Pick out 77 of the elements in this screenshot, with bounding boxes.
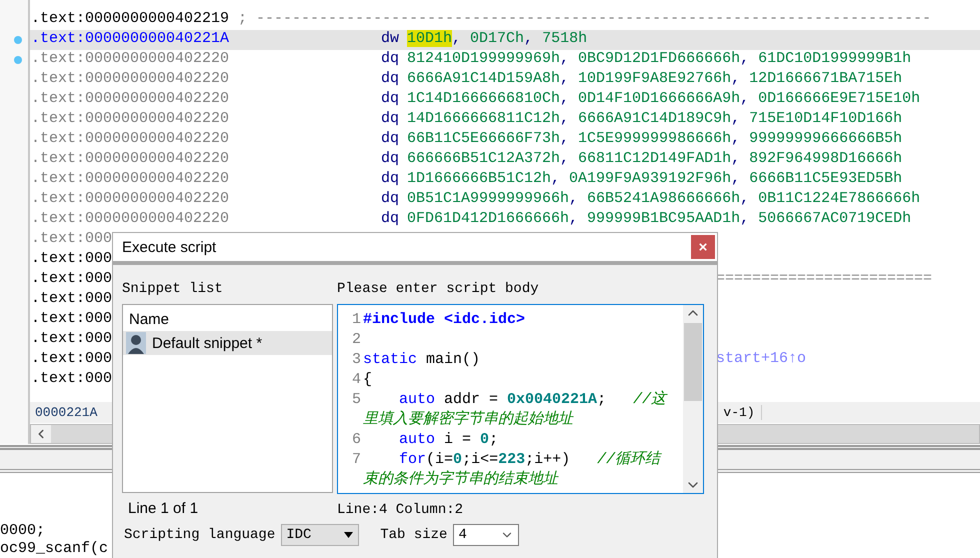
column-header[interactable]: Name	[123, 309, 176, 331]
separator-comment: ; ---------------------------------------------------------------------------	[238, 10, 932, 29]
script-body-label: Please enter script body	[337, 280, 540, 299]
address-label: .text:0000000000402220	[31, 150, 230, 169]
mnemonic: dq	[381, 70, 400, 89]
vertical-scrollbar[interactable]	[683, 305, 703, 493]
dialog-title: Execute script	[122, 238, 216, 256]
line-number: 4	[350, 370, 362, 390]
address-label: .text:000	[31, 270, 112, 289]
address-label: .text:0000000000402220	[31, 90, 230, 109]
mnemonic: dq	[381, 170, 400, 189]
code-line: auto addr = 0x0040221A; //这里填入要解密字节串的起始地址	[363, 390, 668, 430]
cursor-status: Line:4 Column:2	[337, 501, 464, 520]
dropdown-arrow-icon	[344, 532, 354, 538]
code-line: oc99_scanf(c	[0, 540, 108, 558]
operand-list: 66B11C5E66666F73h, 1C5E999999986666h, 99999999666666B5h	[407, 130, 902, 150]
address-label: .text:0000000000402220	[31, 210, 230, 229]
script-editor[interactable]: 1#include <idc.idc> 2 3 static main() 4{ 5 auto addr = 0x0040221A; //这里填入要解密字节串的起始地址 6 auto i = 0; 7 for(i=0;i<=223;i++) //循环结束的条件为字节串的结束地址	[337, 304, 704, 494]
address-label: .text:000	[31, 330, 112, 349]
selected-listing-row[interactable]: .text:000000000040221A dw 10D1h, 0D17Ch, 7518h	[30, 30, 980, 50]
line-number: 6	[350, 430, 362, 450]
xref-label: start+16↑o	[716, 350, 806, 369]
mnemonic: dq	[381, 190, 400, 209]
address-label: .text:000	[31, 290, 112, 309]
line-number: 7	[350, 450, 362, 470]
code-line: for(i=0;i<=223;i++) //循环结束的条件为字节串的结束地址	[363, 450, 663, 490]
code-line: auto i = 0;	[398, 430, 500, 450]
address-label: .text:0000000000402220	[31, 130, 230, 149]
snippet-status: Line 1 of 1	[127, 499, 198, 519]
mnemonic: dq	[381, 210, 400, 229]
operand-list: 10D1h, 0D17Ch, 7518h	[407, 30, 588, 50]
separator-line-text: ========================	[716, 270, 932, 289]
address-label: .text:0000000000402220	[31, 170, 230, 189]
person-avatar-icon	[126, 332, 146, 354]
status-address: 0000221A	[35, 405, 98, 420]
tab-size-dropdown[interactable]: 4	[453, 524, 520, 546]
address-label: .text:0000000000402220	[31, 70, 230, 89]
language-dropdown[interactable]: IDC	[281, 524, 360, 546]
line-number: 2	[350, 330, 362, 350]
mnemonic: dq	[381, 90, 400, 109]
address-label: .text:0000000000402220	[31, 110, 230, 129]
address-label: .text:000	[31, 310, 112, 329]
address-label: .text:0000000000402220	[31, 190, 230, 209]
line-number: 5	[350, 390, 362, 410]
mnemonic: dq	[381, 50, 400, 69]
operand-list: 0B51C1A9999999966h, 66B5241A98666666h, 0B11C1224E7866666h	[407, 190, 920, 210]
code-line: #include <idc.idc>	[363, 310, 526, 330]
address-label: .text:000	[31, 350, 112, 369]
operand-list: 1D1666666B51C12h, 0A199F9A939192F96h, 6666B11C5E93ED5Bh	[407, 170, 902, 190]
operand-list: 1C14D1666666810Ch, 0D14F10D1666666A9h, 0D166666E9E715E10h	[407, 90, 920, 110]
operand-list: 666666B51C12A372h, 66811C12D149FAD1h, 892F964998D16666h	[407, 150, 902, 170]
scroll-left-button[interactable]	[31, 425, 51, 443]
line-number: 3	[350, 350, 362, 370]
operand-list: 6666A91C14D159A8h, 10D199F9A8E92766h, 12D1666671BA715Eh	[407, 70, 902, 90]
mnemonic: dq	[381, 150, 400, 169]
address-label: .text:000	[31, 230, 112, 249]
snippet-item[interactable]: Default snippet *	[123, 331, 332, 355]
status-text: v-1)	[723, 405, 762, 420]
code-line: static main()	[363, 350, 482, 370]
operand-list: 0FD61D412D1666666h, 999999B1BC95AAD1h, 5066667AC0719CEDh	[407, 210, 912, 230]
operand-list: 14D1666666811C12h, 6666A91C14D189C9h, 715E10D14F10D166h	[407, 110, 902, 130]
address-label: .text:000	[31, 370, 112, 389]
mnemonic: dq	[381, 130, 400, 149]
code-line: 0000;	[0, 522, 46, 540]
operand-list: 812410D199999969h, 0BC9D12D1FD666666h, 61DC10D1999999B1h	[407, 50, 912, 70]
address-label: .text:000000000040221A	[31, 30, 230, 49]
close-button[interactable]: ×	[691, 235, 715, 259]
tab-size-label: Tab size	[380, 527, 448, 543]
mnemonic: dw	[381, 30, 400, 49]
code-line: {	[363, 370, 374, 390]
scripting-language-label: Scripting language	[124, 527, 276, 543]
line-number: 1	[350, 310, 362, 330]
snippet-list-label: Snippet list	[122, 280, 224, 299]
mnemonic: dq	[381, 110, 400, 129]
address-label: .text:0000000000402219	[31, 10, 230, 29]
address-label: .text:000	[31, 250, 112, 269]
address-label: .text:0000000000402220	[31, 50, 230, 69]
